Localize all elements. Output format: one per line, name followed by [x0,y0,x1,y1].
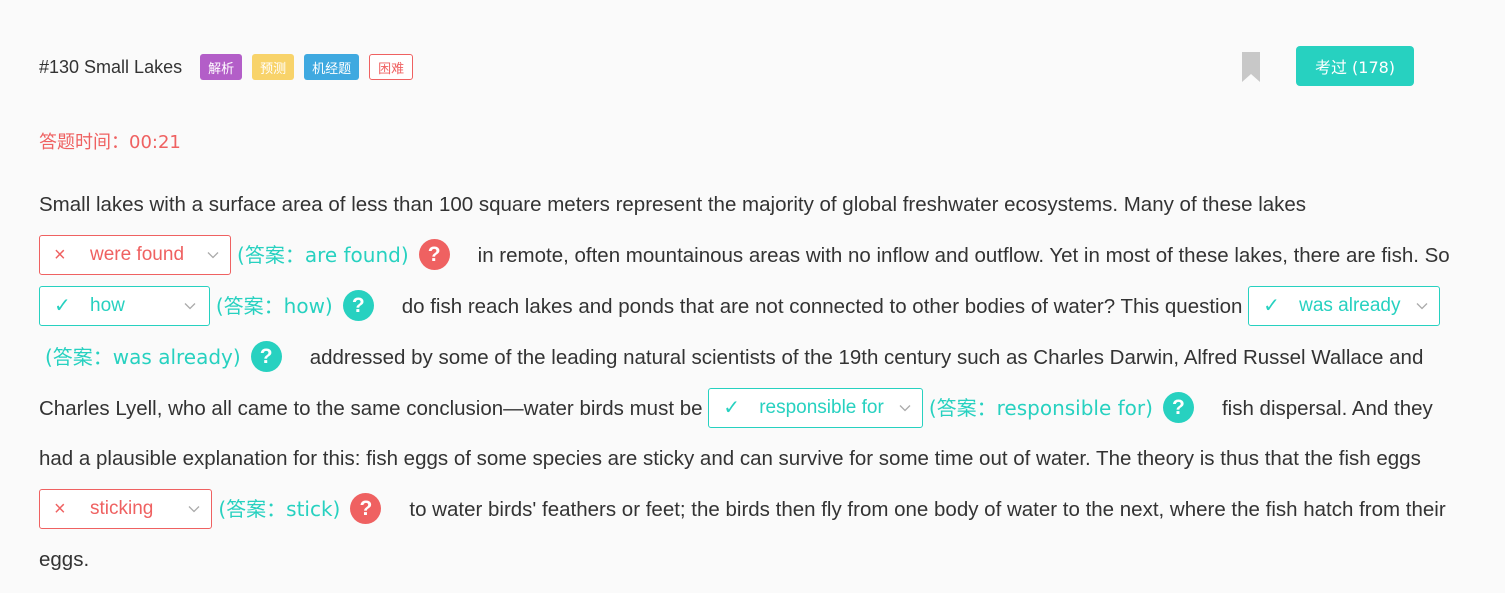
help-icon[interactable]: ? [250,341,282,373]
check-icon: ✓ [723,396,740,419]
passage-text: in remote, often mountainous areas with … [477,244,1450,267]
help-icon[interactable]: ? [350,493,382,525]
chevron-down-icon [899,404,911,411]
blank-select-5[interactable]: × sticking [39,488,213,529]
timer-value: 00:21 [129,132,181,153]
tag-difficulty: 困难 [369,54,414,80]
correct-answer: (答案：was already) [45,345,241,369]
passage-text: do fish reach lakes and ponds that are n… [401,295,1249,318]
blank-selected-value: how [90,294,125,316]
chevron-down-icon [1416,302,1427,309]
tag-analysis[interactable]: 解析 [200,54,243,80]
wrong-icon: × [54,497,66,520]
passage-text: Small lakes with a surface area of less … [39,193,1307,216]
blank-selected-value: was already [1299,294,1401,316]
question-header: #130 Small Lakes 解析 预测 机经题 困难 [39,50,1505,84]
help-icon[interactable]: ? [342,290,374,322]
chevron-down-icon [184,302,196,309]
chevron-down-icon [207,251,219,258]
blank-selected-value: were found [90,243,185,265]
correct-answer: (答案：are found) [237,243,409,267]
blank-selected-value: responsible for [759,396,884,418]
correct-answer: (答案：stick) [218,497,341,521]
tag-machine-question[interactable]: 机经题 [304,54,360,80]
blank-selected-value: sticking [90,497,154,519]
answer-timer: 答题时间：00:21 [39,128,181,154]
question-title: #130 Small Lakes [39,56,183,77]
tag-prediction[interactable]: 预测 [252,54,295,80]
blank-select-2[interactable]: ✓ how [39,285,210,326]
blank-select-3[interactable]: ✓ was already [1248,285,1440,326]
wrong-icon: × [54,243,66,266]
check-icon: ✓ [54,294,71,317]
correct-answer: (答案：responsible for) [928,396,1153,420]
passed-count-button[interactable]: 考过 (178) [1296,46,1414,86]
blank-select-1[interactable]: × were found [39,234,232,275]
help-icon[interactable]: ? [418,239,450,271]
help-icon[interactable]: ? [1162,392,1194,424]
passage: Small lakes with a surface area of less … [39,180,1459,585]
timer-label: 答题时间： [39,132,129,153]
bookmark-icon[interactable] [1241,52,1261,82]
chevron-down-icon [188,505,200,512]
blank-select-4[interactable]: ✓ responsible for [708,387,923,428]
correct-answer: (答案：how) [215,294,333,318]
check-icon: ✓ [1263,294,1280,317]
